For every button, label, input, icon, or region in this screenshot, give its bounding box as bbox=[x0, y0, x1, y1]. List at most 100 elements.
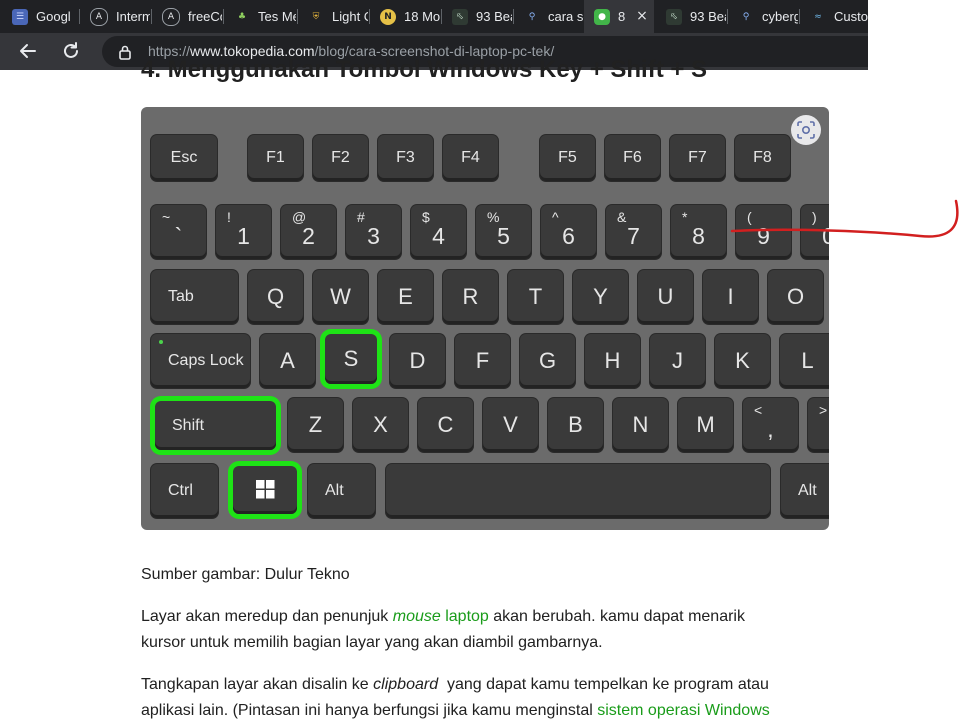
key-period: > bbox=[808, 398, 829, 452]
tab-tes-me[interactable]: ♣ Tes Me bbox=[224, 0, 296, 33]
key-s-highlighted: S bbox=[325, 334, 377, 384]
key-x: X bbox=[353, 398, 408, 452]
key-3: #3 bbox=[346, 205, 401, 259]
key-f1: F1 bbox=[248, 135, 303, 181]
paragraph-1: Layar akan meredup dan penunjuk mouse la… bbox=[141, 608, 745, 651]
key-8: * 8 bbox=[671, 205, 726, 259]
mouse-laptop-link[interactable]: mouse laptop bbox=[393, 608, 489, 625]
tab-title: Custor bbox=[834, 9, 868, 24]
key-v: V bbox=[483, 398, 538, 452]
tab-18-mo[interactable]: N 18 Mo bbox=[370, 0, 440, 33]
key-f7: F7 bbox=[670, 135, 725, 181]
google-lens-icon bbox=[797, 121, 815, 139]
key-u: U bbox=[638, 270, 693, 324]
tab-93-bea-2[interactable]: ⬁ 93 Bea bbox=[656, 0, 726, 33]
key-f6: F6 bbox=[605, 135, 660, 181]
key-2: @2 bbox=[281, 205, 336, 259]
a-icon: A bbox=[90, 7, 108, 26]
key-1: ! 1 bbox=[216, 205, 271, 259]
close-tab-icon[interactable]: × bbox=[634, 8, 650, 24]
search-icon: ⚲ bbox=[528, 11, 536, 22]
tab-intermediate[interactable]: A Interm bbox=[80, 0, 150, 33]
tab-title: freeCo bbox=[188, 9, 222, 24]
keyboard-image: Esc F1 F2 F3 F4 F5 F6 F7 F8 ~ ` ! 1 @2 #3 … bbox=[141, 107, 829, 530]
key-q: Q bbox=[248, 270, 303, 324]
section-heading: 4. Menggunakan Tombol Windows Key + Shif… bbox=[141, 56, 708, 83]
key-tab: Tab bbox=[151, 270, 238, 324]
tab-title: Interm bbox=[116, 9, 150, 24]
lock-icon[interactable] bbox=[118, 44, 132, 60]
tab-title: 8 bbox=[618, 9, 626, 24]
tab-light[interactable]: ⛨ Light C bbox=[298, 0, 368, 33]
key-d: D bbox=[390, 334, 445, 388]
tab-freecodecamp[interactable]: A freeCo bbox=[152, 0, 222, 33]
key-caps-lock: Caps Lock bbox=[151, 334, 250, 388]
tab-custom[interactable]: ≈ Custor bbox=[800, 0, 868, 33]
tab-title: Tes Me bbox=[258, 9, 296, 24]
key-y: Y bbox=[573, 270, 628, 324]
key-5: % 5 bbox=[476, 205, 531, 259]
tab-title: Googl bbox=[36, 9, 71, 24]
key-h: H bbox=[585, 334, 640, 388]
key-7: & 7 bbox=[606, 205, 661, 259]
key-w: W bbox=[313, 270, 368, 324]
key-alt-left: Alt bbox=[308, 464, 375, 518]
key-r: R bbox=[443, 270, 498, 324]
key-k: K bbox=[715, 334, 770, 388]
key-comma: <, bbox=[743, 398, 798, 452]
cursor-icon: ⬁ bbox=[452, 8, 468, 25]
tab-93-bea-1[interactable]: ⬁ 93 Bea bbox=[442, 0, 512, 33]
a-icon: A bbox=[162, 7, 180, 26]
key-f: F bbox=[455, 334, 510, 388]
key-l: L bbox=[780, 334, 829, 388]
search-icon: ⚲ bbox=[742, 11, 750, 22]
key-f4: F4 bbox=[443, 135, 498, 181]
visual-search-button[interactable] bbox=[791, 115, 821, 145]
tab-cyberg[interactable]: ⚲ cyberg bbox=[728, 0, 798, 33]
key-b: B bbox=[548, 398, 603, 452]
image-caption: Sumber gambar: Dulur Tekno bbox=[141, 566, 350, 583]
docs-icon: ☰ bbox=[12, 8, 28, 25]
reload-icon bbox=[64, 42, 78, 58]
reload-button[interactable] bbox=[57, 37, 85, 65]
tab-cara-sc[interactable]: ⚲ cara sc bbox=[514, 0, 584, 33]
shield-icon: ⛨ bbox=[312, 11, 320, 22]
tab-title: Light C bbox=[332, 9, 368, 24]
key-shift-highlighted: Shift bbox=[155, 401, 276, 450]
n-icon: N bbox=[380, 8, 396, 25]
caps-indicator bbox=[159, 340, 163, 344]
key-a: A bbox=[260, 334, 315, 388]
tab-google-docs[interactable]: ☰ Googl bbox=[2, 0, 78, 33]
key-i: I bbox=[703, 270, 758, 324]
key-t: T bbox=[508, 270, 563, 324]
key-g: G bbox=[520, 334, 575, 388]
tab-title: 18 Mo bbox=[404, 9, 440, 24]
key-windows-highlighted bbox=[233, 466, 297, 514]
back-button[interactable] bbox=[14, 37, 42, 65]
tokopedia-icon: ● bbox=[594, 8, 610, 25]
key-esc: Esc bbox=[151, 135, 217, 181]
key-m: M bbox=[678, 398, 733, 452]
sistem-operasi-windows-link[interactable]: sistem operasi Windows bbox=[597, 702, 770, 719]
key-space bbox=[386, 464, 770, 518]
key-f8: F8 bbox=[735, 135, 790, 181]
key-z: Z bbox=[288, 398, 343, 452]
key-c: C bbox=[418, 398, 473, 452]
key-e: E bbox=[378, 270, 433, 324]
tab-strip: ☰ Googl A Interm A freeCo ♣ Tes Me ⛨ Lig… bbox=[0, 0, 868, 33]
key-f5: F5 bbox=[540, 135, 595, 181]
key-o: O bbox=[768, 270, 823, 324]
red-annotation-stroke bbox=[730, 199, 959, 238]
key-6: ^ 6 bbox=[541, 205, 596, 259]
tab-tokopedia-active[interactable]: ● 8 × bbox=[584, 0, 654, 33]
arrow-left-icon bbox=[20, 44, 36, 58]
leaf-icon: ♣ bbox=[237, 11, 247, 22]
key-alt-right: Alt bbox=[781, 464, 829, 518]
wave-icon: ≈ bbox=[814, 11, 822, 22]
key-n: N bbox=[613, 398, 668, 452]
key-4: $4 bbox=[411, 205, 466, 259]
key-ctrl: Ctrl bbox=[151, 464, 218, 518]
windows-logo-icon bbox=[256, 480, 275, 499]
key-j: J bbox=[650, 334, 705, 388]
tab-title: 93 Bea bbox=[690, 9, 726, 24]
